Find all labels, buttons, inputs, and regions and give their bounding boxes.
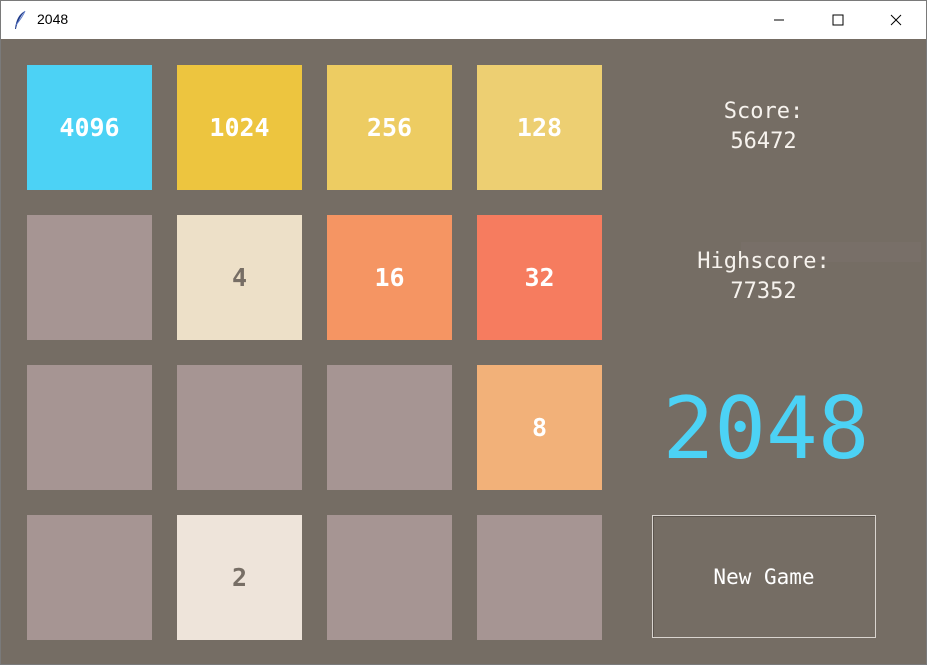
game-window: 2048 4096 1024 256 128 4 16 32 8 2 Score: 56472 — [0, 0, 927, 665]
tile-32: 32 — [477, 215, 602, 340]
maximize-icon — [832, 14, 844, 26]
title-bar[interactable]: 2048 — [1, 1, 926, 39]
feather-icon — [13, 10, 27, 30]
minimize-button[interactable] — [750, 1, 808, 39]
empty-tile — [327, 365, 452, 490]
empty-tile — [327, 515, 452, 640]
tile-1024: 1024 — [177, 65, 302, 190]
empty-tile — [27, 515, 152, 640]
empty-tile — [477, 515, 602, 640]
tile-128: 128 — [477, 65, 602, 190]
tile-256: 256 — [327, 65, 452, 190]
tile-4096: 4096 — [27, 65, 152, 190]
highscore-panel: Highscore: 77352 — [661, 247, 866, 307]
empty-tile — [27, 365, 152, 490]
close-icon — [890, 14, 902, 26]
score-value: 56472 — [730, 129, 797, 154]
empty-tile — [177, 365, 302, 490]
tile-16: 16 — [327, 215, 452, 340]
score-label: Score: — [723, 99, 804, 124]
score-panel: Score: 56472 — [661, 97, 866, 157]
tile-8: 8 — [477, 365, 602, 490]
close-button[interactable] — [867, 1, 925, 39]
tile-4: 4 — [177, 215, 302, 340]
highscore-label: Highscore: — [697, 249, 830, 274]
game-logo: 2048 — [662, 379, 870, 479]
empty-tile — [27, 215, 152, 340]
highscore-value: 77352 — [730, 279, 797, 304]
game-area: 4096 1024 256 128 4 16 32 8 2 Score: 56472 Highs… — [1, 39, 926, 664]
new-game-button[interactable]: New Game — [652, 515, 876, 638]
tile-2: 2 — [177, 515, 302, 640]
window-title: 2048 — [37, 11, 69, 27]
minimize-icon — [774, 19, 784, 21]
maximize-button[interactable] — [809, 1, 867, 39]
